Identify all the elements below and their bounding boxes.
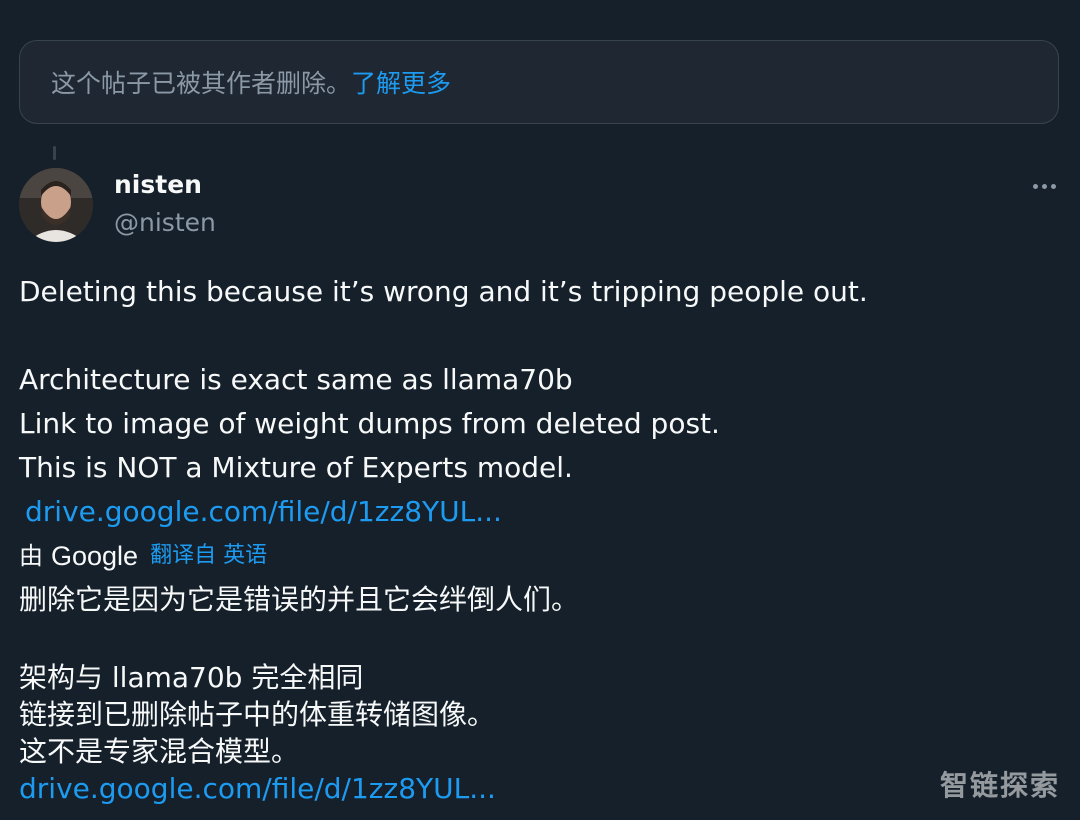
author-handle[interactable]: @nisten [114, 208, 216, 237]
translation-attribution: 由 Google 翻译自 英语 [19, 534, 1019, 578]
avatar[interactable] [19, 168, 93, 242]
translated-line: 删除它是因为它是错误的并且它会绊倒人们。 [19, 583, 580, 616]
translated-by-label: 由 [19, 542, 43, 570]
post-line: Link to image of weight dumps from delet… [19, 407, 720, 440]
learn-more-link[interactable]: 了解更多 [351, 64, 451, 100]
translated-drive-link[interactable]: drive.google.com/file/d/1zz8YUL... [19, 772, 496, 805]
post-body: Deleting this because it’s wrong and it’… [19, 270, 1019, 807]
deleted-post-notice: 这个帖子已被其作者删除。 了解更多 [19, 40, 1059, 124]
more-dot [1050, 183, 1056, 189]
avatar-image [19, 168, 93, 242]
translated-line: 链接到已删除帖子中的体重转储图像。 [19, 698, 496, 731]
more-dot [1041, 183, 1047, 189]
post-line: This is NOT a Mixture of Experts model. [19, 451, 573, 484]
more-horizontal-icon [1032, 183, 1038, 189]
post-line: Architecture is exact same as llama70b [19, 363, 573, 396]
more-options-button[interactable] [1022, 168, 1066, 204]
translated-line: 架构与 llama70b 完全相同 [19, 661, 364, 694]
post-line: Deleting this because it’s wrong and it’… [19, 275, 868, 308]
translated-line: 这不是专家混合模型。 [19, 735, 300, 768]
translated-text: 删除它是因为它是错误的并且它会绊倒人们。 架构与 llama70b 完全相同 链… [19, 578, 1019, 807]
thread-connector [53, 146, 56, 160]
author-name[interactable]: nisten [114, 170, 202, 199]
translated-from-link[interactable]: 翻译自 英语 [150, 534, 267, 578]
google-logo: Google [51, 541, 139, 571]
deleted-notice-text: 这个帖子已被其作者删除。 [51, 69, 352, 98]
drive-link[interactable]: drive.google.com/file/d/1zz8YUL... [25, 495, 502, 528]
watermark: 智链探索 [939, 769, 1060, 802]
